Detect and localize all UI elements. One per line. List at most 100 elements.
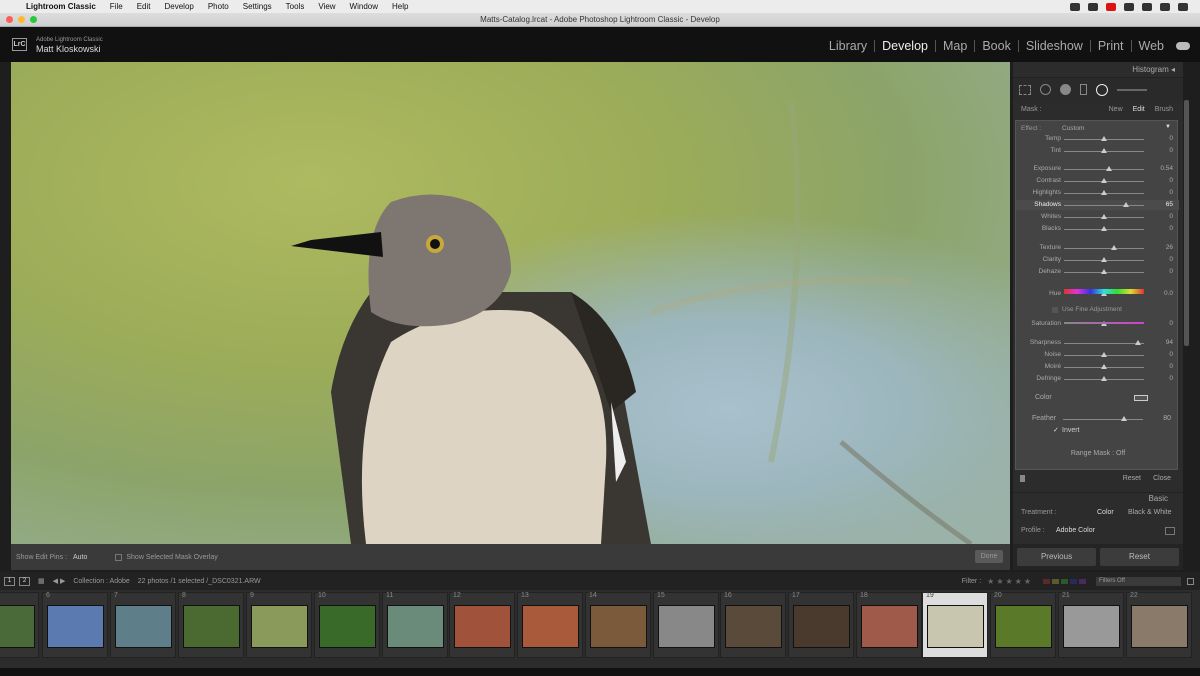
color-label-filter[interactable]	[1043, 578, 1086, 584]
search-icon[interactable]	[1160, 2, 1170, 11]
menu-view[interactable]: View	[318, 2, 335, 11]
slider-sharpness[interactable]: Sharpness 94	[1016, 338, 1179, 348]
slider-highlights[interactable]: Highlights 0	[1016, 188, 1179, 198]
redeye-icon[interactable]	[1060, 84, 1071, 95]
back-arrow-icon[interactable]: ◀ ▶	[53, 577, 66, 585]
swatch-red[interactable]	[1043, 578, 1050, 584]
slider-knob[interactable]	[1134, 340, 1141, 345]
module-map[interactable]: Map	[936, 40, 976, 52]
previous-button[interactable]: Previous	[1017, 548, 1096, 566]
module-web[interactable]: Web	[1132, 40, 1171, 53]
filmstrip-thumbnail[interactable]: 10	[314, 592, 380, 658]
cloud-icon[interactable]	[1176, 42, 1190, 50]
slider-knob[interactable]	[1101, 190, 1107, 195]
filmstrip-thumbnail[interactable]: 8	[178, 592, 244, 658]
slider-knob[interactable]	[1101, 352, 1107, 357]
filmstrip-thumbnail[interactable]: 18	[856, 592, 922, 658]
wifi-icon[interactable]	[1142, 2, 1152, 11]
brush-slider-icon[interactable]	[1117, 88, 1147, 91]
module-develop[interactable]: Develop	[875, 40, 936, 52]
grid-icon[interactable]: ▦	[38, 577, 45, 585]
status-icon[interactable]	[1106, 2, 1116, 11]
range-mask[interactable]: Range Mask : Off	[1013, 450, 1183, 457]
profile-select[interactable]: Adobe Color	[1056, 527, 1095, 534]
filmstrip-thumbnail[interactable]: 21	[1058, 592, 1124, 658]
zoom-icon[interactable]	[30, 16, 37, 23]
swatch-green[interactable]	[1061, 578, 1068, 584]
slider-temp[interactable]: Temp 0	[1016, 134, 1179, 144]
minimize-icon[interactable]	[18, 16, 25, 23]
slider-track[interactable]	[1064, 248, 1144, 249]
slider-knob[interactable]	[1101, 226, 1107, 231]
slider-texture[interactable]: Texture 26	[1016, 243, 1179, 253]
slider-knob[interactable]	[1123, 202, 1130, 207]
menu-window[interactable]: Window	[350, 2, 378, 11]
reset-button[interactable]: Reset	[1100, 548, 1179, 566]
slider-track[interactable]	[1064, 343, 1144, 344]
page-1-button[interactable]: 1	[4, 576, 15, 586]
photo-canvas[interactable]	[11, 62, 1010, 544]
slider-track[interactable]	[1064, 205, 1144, 206]
slider-knob[interactable]	[1101, 376, 1107, 381]
histogram-header[interactable]: Histogram ◂	[1013, 62, 1183, 77]
swatch-blue[interactable]	[1070, 578, 1077, 584]
slider-knob[interactable]	[1101, 178, 1107, 183]
status-icon[interactable]	[1070, 2, 1080, 11]
slider-knob[interactable]	[1101, 148, 1107, 153]
status-icon[interactable]	[1124, 2, 1134, 11]
slider-knob[interactable]	[1105, 166, 1112, 171]
filmstrip-thumbnail[interactable]: 11	[382, 592, 448, 658]
slider-noise[interactable]: Noise 0	[1016, 350, 1179, 360]
slider-blacks[interactable]: Blacks 0	[1016, 224, 1179, 234]
star-filter[interactable]: ★★★★★	[987, 577, 1033, 586]
swatch-yellow[interactable]	[1052, 578, 1059, 584]
slider-knob[interactable]	[1110, 245, 1117, 250]
slider-dehaze[interactable]: Dehaze 0	[1016, 267, 1179, 277]
color-swatch[interactable]	[1134, 395, 1148, 401]
slider-saturation[interactable]: Saturation 0	[1016, 319, 1179, 329]
slider-defringe[interactable]: Defringe 0	[1016, 374, 1179, 384]
done-button[interactable]: Done	[975, 550, 1003, 563]
filmstrip-thumbnail[interactable]: 16	[720, 592, 786, 658]
filter-select[interactable]: Filters Off	[1096, 576, 1181, 586]
filmstrip-thumbnail[interactable]: 14	[585, 592, 651, 658]
slider-exposure[interactable]: Exposure 0.54	[1016, 164, 1179, 174]
module-book[interactable]: Book	[975, 40, 1019, 52]
menu-icon[interactable]	[1178, 2, 1188, 11]
radial-filter-icon[interactable]	[1096, 83, 1108, 96]
graduated-filter-icon[interactable]	[1080, 84, 1087, 95]
lock-icon[interactable]	[1187, 577, 1194, 585]
slider-knob[interactable]	[1101, 214, 1107, 219]
slider-knob[interactable]	[1101, 257, 1107, 262]
basic-header[interactable]: Basic	[1013, 492, 1183, 504]
triangle-down-icon[interactable]: ▼	[1165, 124, 1171, 130]
menu-photo[interactable]: Photo	[208, 2, 229, 11]
filmstrip-thumbnail[interactable]: 9	[246, 592, 312, 658]
filmstrip-thumbnail[interactable]: 13	[517, 592, 583, 658]
checkbox-icon[interactable]	[1052, 306, 1058, 313]
photo-count[interactable]: 22 photos /1 selected /_DSC0321.ARW	[138, 578, 261, 585]
treatment-color[interactable]: Color	[1097, 509, 1114, 516]
menu-help[interactable]: Help	[392, 2, 408, 11]
mask-new-button[interactable]: New	[1109, 106, 1123, 113]
filmstrip-thumbnail[interactable]: 6	[42, 592, 108, 658]
feather-knob[interactable]	[1121, 416, 1127, 421]
filmstrip-thumbnail[interactable]: 22	[1126, 592, 1192, 658]
filmstrip-thumbnail[interactable]: 12	[449, 592, 515, 658]
page-2-button[interactable]: 2	[19, 576, 30, 586]
slider-shadows[interactable]: Shadows 65	[1016, 200, 1179, 210]
menu-develop[interactable]: Develop	[164, 2, 193, 11]
menu-settings[interactable]: Settings	[243, 2, 272, 11]
slider-tint[interactable]: Tint 0	[1016, 146, 1179, 156]
spot-removal-icon[interactable]	[1040, 84, 1051, 95]
mask-brush-button[interactable]: Brush	[1155, 106, 1173, 113]
edit-pins-select[interactable]: Auto	[73, 554, 87, 561]
slider-knob[interactable]	[1101, 364, 1107, 369]
close-icon[interactable]	[6, 16, 13, 23]
slider-knob[interactable]	[1101, 269, 1107, 274]
slider-track[interactable]	[1064, 169, 1144, 170]
switch-icon[interactable]	[1020, 475, 1025, 482]
menu-app[interactable]: Lightroom Classic	[26, 2, 96, 11]
filmstrip-thumbnail[interactable]: 20	[990, 592, 1056, 658]
panel-scrollbar[interactable]	[1184, 100, 1189, 346]
